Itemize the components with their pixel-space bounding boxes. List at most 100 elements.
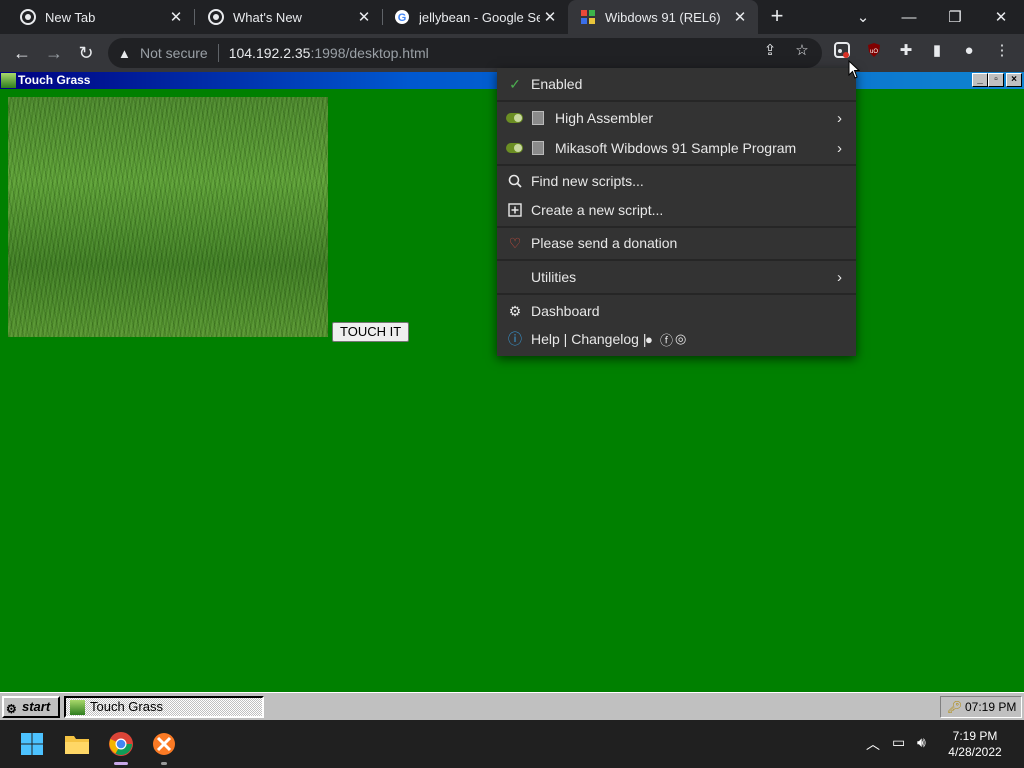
forward-icon[interactable]: →: [40, 39, 68, 67]
window-minimize-button[interactable]: _: [972, 73, 988, 87]
menu-create-script[interactable]: Create a new script...: [497, 196, 856, 224]
menu-create-label: Create a new script...: [531, 202, 664, 218]
menu-script-sample-program[interactable]: Mikasoft Wibdows 91 Sample Program ›: [497, 134, 856, 162]
gear-icon: ⚙: [508, 302, 522, 319]
instagram-icon[interactable]: ◎: [675, 331, 686, 347]
warning-icon[interactable]: ▲: [118, 46, 134, 61]
windows-start-icon[interactable]: [16, 728, 48, 760]
facebook-icon[interactable]: ⓕ: [660, 330, 673, 349]
network-icon[interactable]: ▭: [892, 734, 905, 751]
star-icon[interactable]: ☆: [793, 41, 811, 59]
menu-dashboard-label: Dashboard: [531, 303, 600, 319]
start-logo-icon: ⚙: [6, 702, 17, 716]
extensions-puzzle-icon[interactable]: ✚: [897, 41, 915, 59]
menu-dashboard[interactable]: ⚙ Dashboard: [497, 297, 856, 325]
menu-help-label: Help | Changelog |: [531, 331, 647, 347]
file-explorer-icon[interactable]: [61, 728, 93, 760]
profile-icon[interactable]: ●: [960, 41, 978, 59]
more-menu-icon[interactable]: ⋮: [993, 41, 1011, 59]
menu-divider: [497, 164, 856, 166]
security-label: Not secure: [140, 45, 208, 61]
menu-find-scripts[interactable]: Find new scripts...: [497, 167, 856, 195]
grass-window-icon: [70, 700, 85, 715]
minimize-button[interactable]: —: [886, 0, 932, 34]
menu-divider: [497, 100, 856, 102]
side-panel-icon[interactable]: ▮: [928, 41, 946, 59]
tab-title: Wibdows 91 (REL6): [605, 9, 721, 25]
menu-script-high-assembler[interactable]: High Assembler ›: [497, 104, 856, 132]
start-button[interactable]: ⚙ start: [2, 696, 60, 718]
chrome-icon: [20, 9, 36, 25]
url-path: :1998/desktop.html: [310, 45, 429, 61]
close-window-button[interactable]: ✕: [978, 0, 1024, 34]
close-icon[interactable]: ✕: [354, 8, 374, 26]
new-tab-button[interactable]: +: [765, 4, 789, 28]
wibdows-icon: [581, 10, 595, 24]
menu-donate[interactable]: ♡ Please send a donation: [497, 229, 856, 257]
tab-strip: New Tab ✕ What's New ✕ G jellybean - Goo…: [0, 0, 1024, 34]
xampp-icon[interactable]: [148, 728, 180, 760]
info-icon: ⓘ: [508, 331, 522, 347]
ublock-icon[interactable]: uO: [865, 41, 883, 59]
menu-divider: [497, 226, 856, 228]
system-tray: 🔑︎ 07:19 PM: [940, 696, 1022, 718]
chrome-taskbar-icon[interactable]: [105, 728, 137, 760]
script-icon: [532, 111, 544, 125]
running-app-indicator: [161, 762, 167, 765]
menu-find-label: Find new scripts...: [531, 173, 644, 189]
svg-text:G: G: [398, 12, 407, 24]
toggle-icon[interactable]: [506, 143, 523, 153]
tab-google-search[interactable]: G jellybean - Google Sear ✕: [374, 0, 568, 34]
grass-image: [8, 97, 328, 337]
os-time: 7:19 PM: [952, 729, 998, 743]
menu-help[interactable]: ⓘ Help | Changelog | ● ⓕ ◎: [497, 325, 856, 353]
grass-window-icon: [1, 73, 16, 88]
window-close-button[interactable]: ×: [1006, 73, 1022, 87]
share-icon[interactable]: ⇪: [761, 41, 779, 59]
tab-title: What's New: [233, 9, 302, 25]
chevron-up-icon[interactable]: ︿: [866, 734, 880, 754]
key-icon: 🔑︎: [947, 700, 963, 714]
menu-utilities[interactable]: Utilities ›: [497, 263, 856, 291]
win91-taskbar: ⚙ start Touch Grass 🔑︎ 07:19 PM: [0, 692, 1024, 720]
back-icon[interactable]: ←: [8, 39, 36, 67]
heart-icon: ♡: [508, 234, 522, 251]
touch-it-button[interactable]: TOUCH IT: [332, 322, 410, 342]
menu-donate-label: Please send a donation: [531, 235, 678, 251]
menu-script-label: Mikasoft Wibdows 91 Sample Program: [555, 140, 797, 156]
window-maximize-button[interactable]: ▫: [988, 73, 1004, 87]
address-bar[interactable]: ▲ Not secure 104.192.2.35:1998/desktop.h…: [108, 38, 822, 68]
reload-icon[interactable]: ↻: [72, 39, 100, 67]
tray-clock: 07:19 PM: [965, 700, 1017, 714]
chevron-right-icon: ›: [837, 109, 842, 127]
close-icon[interactable]: ✕: [166, 8, 186, 26]
userscript-extension-icon[interactable]: [833, 41, 851, 59]
plus-box-icon: [507, 202, 523, 218]
close-icon[interactable]: ✕: [540, 8, 560, 26]
taskbar-item-touch-grass[interactable]: Touch Grass: [64, 696, 264, 718]
check-icon: ✓: [509, 75, 521, 92]
github-icon[interactable]: ●: [645, 332, 653, 347]
os-taskbar: ︿ ▭ 🔊︎ 7:19 PM 4/28/2022: [0, 720, 1024, 768]
chevron-right-icon: ›: [837, 139, 842, 157]
userscript-menu: ✓ Enabled High Assembler › Mikasoft Wibd…: [497, 68, 856, 356]
menu-enabled[interactable]: ✓ Enabled: [497, 70, 856, 98]
tab-title: New Tab: [45, 9, 96, 25]
tab-whats-new[interactable]: What's New ✕: [188, 0, 382, 34]
google-icon: G: [395, 10, 409, 24]
volume-icon[interactable]: 🔊︎: [917, 734, 926, 751]
close-icon[interactable]: ✕: [730, 8, 750, 26]
tab-title: jellybean - Google Sear: [419, 9, 540, 25]
os-clock[interactable]: 7:19 PM 4/28/2022: [940, 728, 1010, 760]
menu-script-label: High Assembler: [555, 110, 654, 126]
menu-divider: [497, 259, 856, 261]
tab-search-icon[interactable]: ⌄: [840, 0, 886, 34]
chevron-right-icon: ›: [837, 268, 842, 286]
tab-wibdows[interactable]: Wibdows 91 (REL6) ✕: [568, 0, 758, 34]
menu-utilities-label: Utilities: [531, 269, 577, 285]
url-host: 104.192.2.35: [228, 45, 311, 61]
toggle-icon[interactable]: [506, 113, 523, 123]
restore-button[interactable]: ❐: [932, 0, 978, 34]
tab-new-tab[interactable]: New Tab ✕: [0, 0, 194, 34]
start-label: start: [22, 699, 51, 714]
